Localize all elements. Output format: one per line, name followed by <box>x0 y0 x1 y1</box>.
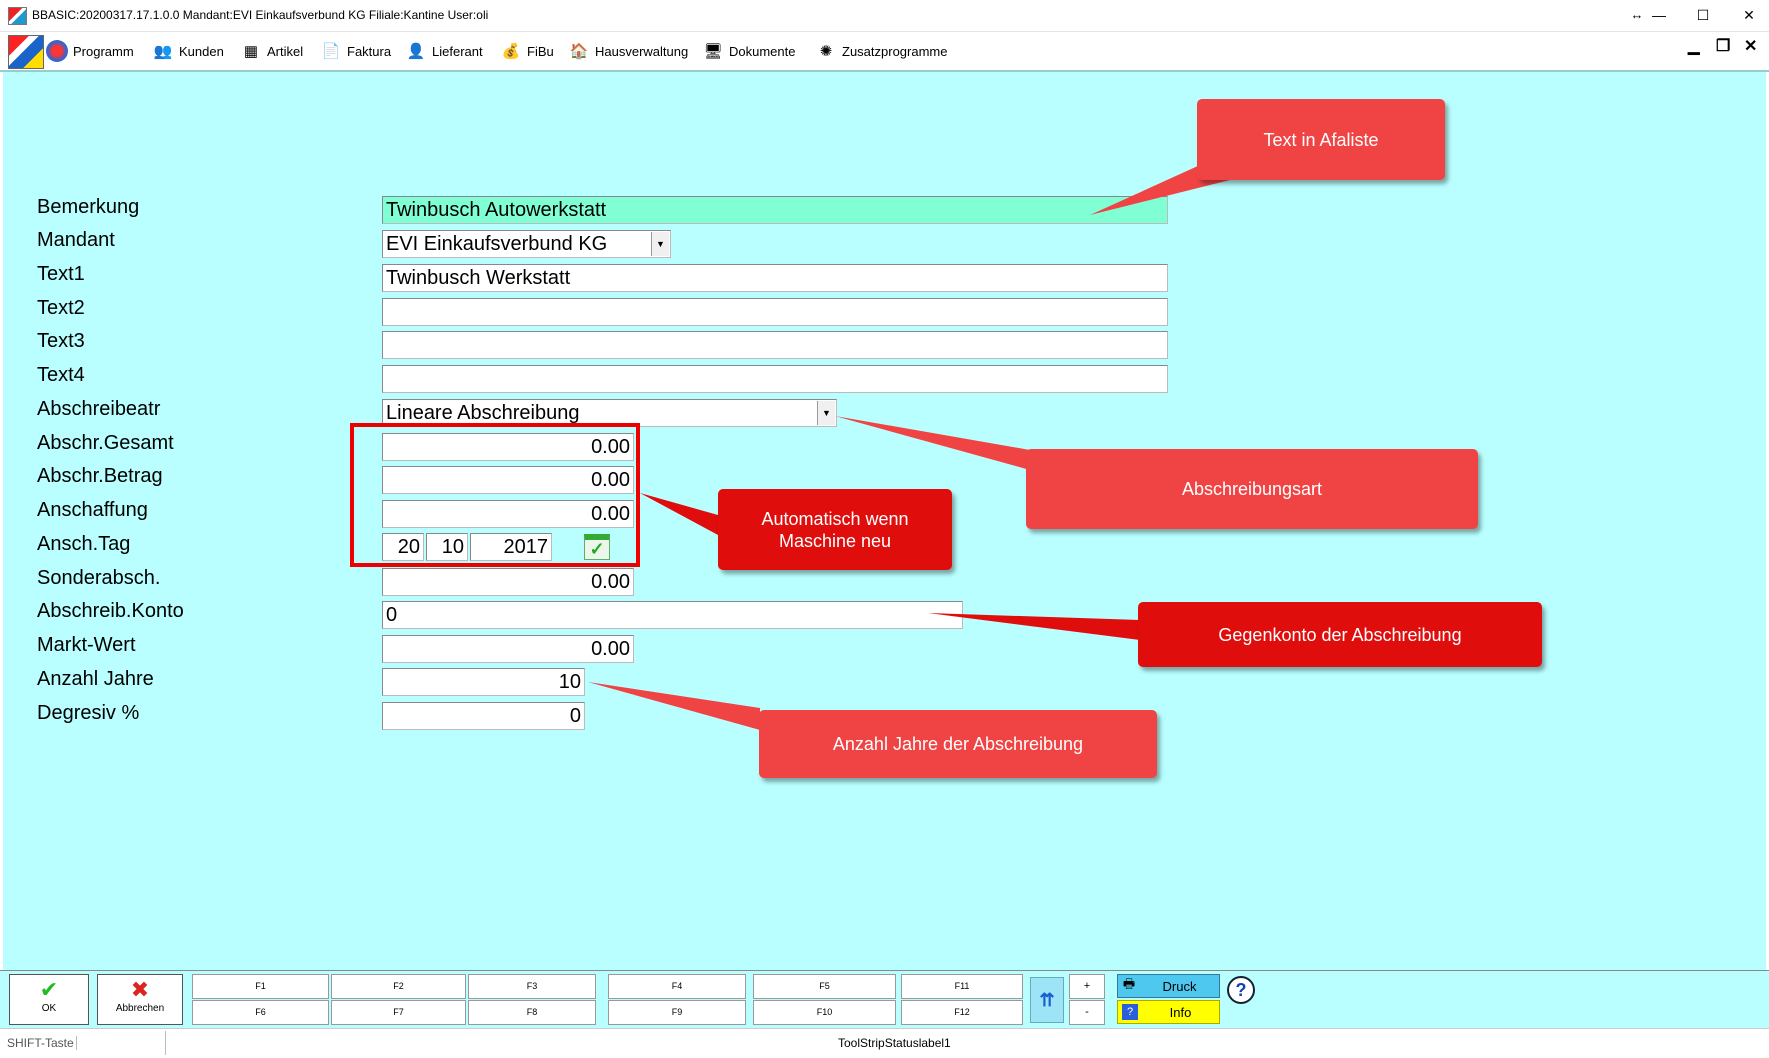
status-divider <box>165 1031 166 1055</box>
f2-button[interactable]: F2 <box>331 974 466 999</box>
check-icon: ✔ <box>39 977 59 1002</box>
f10-button[interactable]: F10 <box>753 1000 896 1025</box>
status-shift-taste: SHIFT-Taste <box>7 1036 77 1050</box>
f6-button[interactable]: F6 <box>192 1000 329 1025</box>
minus-button[interactable]: - <box>1069 1000 1105 1025</box>
pointer-anzahl-jahre <box>588 682 760 730</box>
help-icon[interactable]: ? <box>1227 976 1255 1004</box>
f5-button[interactable]: F5 <box>753 974 896 999</box>
f8-button[interactable]: F8 <box>468 1000 596 1025</box>
pointer-abschreibungsart <box>835 416 1030 470</box>
abbrechen-button[interactable]: ✖ Abbrechen <box>97 974 183 1025</box>
callout-afaliste: Text in Afaliste <box>1197 99 1445 180</box>
f11-button[interactable]: F11 <box>901 974 1023 999</box>
callout-abschreibungsart: Abschreibungsart <box>1026 449 1478 529</box>
f12-button[interactable]: F12 <box>901 1000 1023 1025</box>
callout-anzahl-jahre: Anzahl Jahre der Abschreibung <box>759 710 1157 778</box>
pointer-automatisch <box>640 493 718 535</box>
callout-automatisch: Automatisch wenn Maschine neu <box>718 489 952 570</box>
f1-button[interactable]: F1 <box>192 974 329 999</box>
f9-button[interactable]: F9 <box>608 1000 746 1025</box>
plus-button[interactable]: + <box>1069 974 1105 999</box>
cancel-x-icon: ✖ <box>130 977 150 1002</box>
function-key-bar: ✔ OK ✖ Abbrechen F1 F2 F3 F4 F5 F11 F6 F… <box>0 970 1769 1029</box>
status-bar: SHIFT-Taste ToolStripStatuslabel1 <box>0 1028 1769 1058</box>
callout-gegenkonto: Gegenkonto der Abschreibung <box>1138 602 1542 667</box>
ok-button[interactable]: ✔ OK <box>9 974 89 1025</box>
status-label1: ToolStripStatuslabel1 <box>838 1036 951 1050</box>
info-icon: ? <box>1122 1004 1138 1020</box>
info-button[interactable]: ? Info <box>1117 1000 1220 1024</box>
druck-button[interactable]: 🖶 Druck <box>1117 974 1220 998</box>
f7-button[interactable]: F7 <box>331 1000 466 1025</box>
f4-button[interactable]: F4 <box>608 974 746 999</box>
f3-button[interactable]: F3 <box>468 974 596 999</box>
scroll-up-icon[interactable]: ⇈ <box>1030 977 1064 1023</box>
printer-icon: 🖶 <box>1122 976 1136 991</box>
pointer-gegenkonto <box>928 613 1140 640</box>
